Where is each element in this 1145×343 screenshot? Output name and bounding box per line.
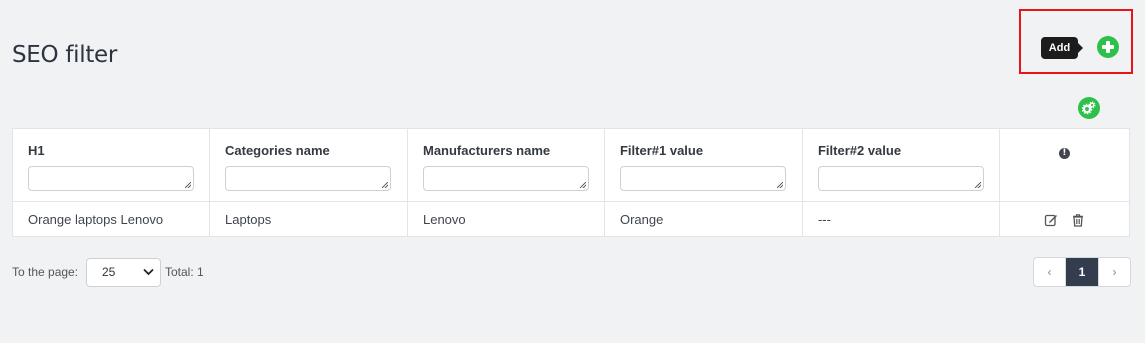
cell-actions — [998, 201, 1131, 237]
cell-manufacturers-name: Lenovo — [406, 201, 605, 237]
categories-name-filter-input[interactable] — [225, 166, 391, 191]
cell-filter2-value: --- — [801, 201, 1000, 237]
manufacturers-name-filter-input[interactable] — [422, 166, 589, 191]
column-header-categories-name: Categories name — [209, 128, 408, 202]
next-page-button[interactable]: › — [1098, 258, 1130, 286]
column-label: Categories name — [225, 143, 330, 158]
info-icon[interactable]: ! — [1058, 148, 1070, 159]
column-label: Filter#1 value — [619, 143, 704, 158]
total-count: Total: 1 — [165, 265, 204, 279]
settings-button[interactable] — [1078, 97, 1100, 119]
per-page-select[interactable]: 25 — [86, 258, 161, 287]
trash-icon[interactable] — [1071, 213, 1085, 227]
seo-filter-page: SEO filter Add H1 Categories name Manufa… — [0, 0, 1145, 343]
page-title: SEO filter — [12, 42, 118, 68]
cell-filter1-value: Orange — [603, 201, 803, 237]
column-label: Filter#2 value — [817, 143, 902, 158]
gears-icon — [1082, 101, 1096, 115]
filter1-value-filter-input[interactable] — [619, 166, 786, 191]
column-header-filter2-value: Filter#2 value — [801, 128, 1000, 202]
column-header-filter1-value: Filter#1 value — [603, 128, 803, 202]
to-page-label: To the page: — [12, 265, 79, 279]
cell-categories-name: Laptops — [209, 201, 408, 237]
column-header-h1: H1 — [12, 128, 210, 202]
table-row: Orange laptops Lenovo Laptops Lenovo Ora… — [12, 201, 1131, 237]
add-tooltip: Add — [1041, 37, 1083, 59]
filter2-value-filter-input[interactable] — [817, 166, 984, 191]
add-button[interactable] — [1097, 36, 1119, 58]
pagination: ‹ 1 › — [1033, 257, 1131, 287]
chevron-down-icon — [143, 268, 154, 276]
page-button-current[interactable]: 1 — [1066, 258, 1098, 286]
column-header-manufacturers-name: Manufacturers name — [406, 128, 605, 202]
per-page-value: 25 — [102, 265, 116, 279]
table-header-row: H1 Categories name Manufacturers name Fi… — [12, 128, 1131, 202]
h1-filter-input[interactable] — [28, 166, 194, 191]
seo-filter-table: H1 Categories name Manufacturers name Fi… — [12, 128, 1131, 237]
column-label: H1 — [28, 143, 45, 158]
cell-h1: Orange laptops Lenovo — [12, 201, 210, 237]
edit-icon[interactable] — [1044, 213, 1058, 227]
prev-page-button[interactable]: ‹ — [1034, 258, 1066, 286]
column-header-actions: ! — [998, 128, 1131, 202]
column-label: Manufacturers name — [422, 143, 551, 158]
